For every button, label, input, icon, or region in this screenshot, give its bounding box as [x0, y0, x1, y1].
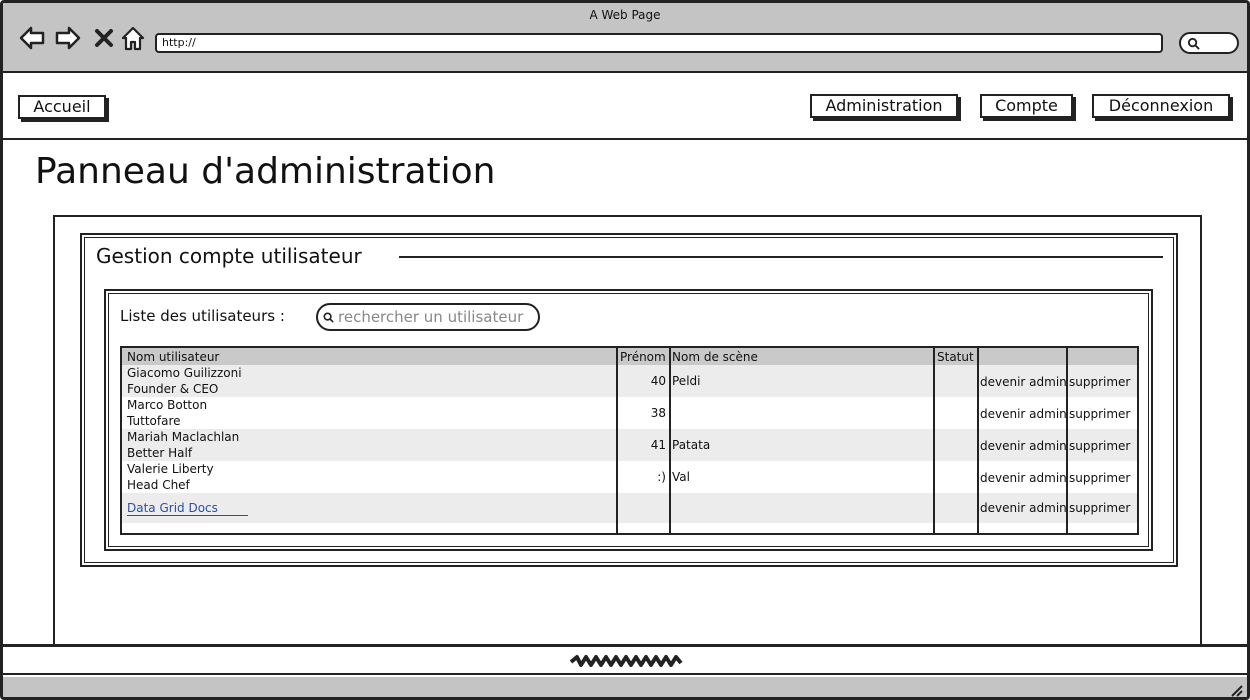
resize-grip-icon[interactable]: [1229, 683, 1243, 697]
back-icon[interactable]: [17, 23, 47, 53]
column-divider: [977, 348, 979, 533]
user-prenom: 41: [650, 438, 666, 452]
column-header-username[interactable]: Nom utilisateur: [127, 349, 219, 365]
user-name: Mariah Maclachlan: [127, 430, 240, 444]
admin-button[interactable]: Administration: [810, 94, 958, 118]
group-title: Gestion compte utilisateur: [96, 244, 362, 268]
search-icon: [323, 312, 334, 323]
users-data-grid: Nom utilisateur Prénom Nom de scène Stat…: [120, 346, 1139, 535]
forward-icon[interactable]: [53, 23, 83, 53]
home-icon[interactable]: [118, 23, 148, 53]
data-grid-docs-link-text[interactable]: Data Grid Docs: [127, 501, 248, 516]
column-header-stage-name[interactable]: Nom de scène: [672, 349, 758, 365]
delete-user-link[interactable]: supprimer: [1069, 470, 1130, 486]
table-row: Data Grid Docs devenir admin supprimer: [122, 493, 1137, 523]
user-prenom: :): [657, 470, 666, 484]
user-search-input[interactable]: rechercher un utilisateur: [316, 303, 540, 331]
data-grid-docs-link[interactable]: Data Grid Docs: [127, 500, 248, 516]
make-admin-link[interactable]: devenir admin: [980, 374, 1067, 390]
make-admin-link[interactable]: devenir admin: [980, 470, 1067, 486]
status-bar: [3, 677, 1247, 697]
user-subtitle: Better Half: [127, 446, 193, 460]
footer-scribble: [569, 655, 683, 667]
url-input[interactable]: http://: [155, 33, 1163, 53]
logout-button[interactable]: Déconnexion: [1092, 94, 1230, 118]
column-divider: [1066, 348, 1068, 533]
make-admin-link[interactable]: devenir admin: [980, 438, 1067, 454]
delete-user-link[interactable]: supprimer: [1069, 374, 1130, 390]
user-name: Giacomo Guilizzoni: [127, 366, 242, 380]
stop-icon[interactable]: [89, 23, 119, 53]
user-subtitle: Head Chef: [127, 478, 190, 492]
table-row: Valerie Liberty Head Chef :) Val devenir…: [122, 461, 1137, 493]
user-subtitle: Founder & CEO: [127, 382, 219, 396]
user-prenom: 38: [650, 406, 666, 420]
browser-search-field[interactable]: [1179, 32, 1239, 54]
column-header-prenom[interactable]: Prénom: [620, 349, 666, 365]
column-divider: [933, 348, 935, 533]
column-header-status[interactable]: Statut: [937, 349, 974, 365]
table-row: Giacomo Guilizzoni Founder & CEO 40 Peld…: [122, 365, 1137, 397]
column-divider: [669, 348, 671, 533]
account-button[interactable]: Compte: [980, 94, 1073, 118]
delete-user-link[interactable]: supprimer: [1069, 406, 1130, 422]
search-icon: [1187, 37, 1200, 50]
user-prenom: 40: [650, 374, 666, 388]
group-title-rule: [399, 256, 1163, 258]
browser-window: A Web Page http:// Accueil Administratio…: [0, 0, 1250, 700]
table-row: Mariah Maclachlan Better Half 41 Patata …: [122, 429, 1137, 461]
user-name: Marco Botton: [127, 398, 208, 412]
user-stage-name: Val: [672, 470, 690, 484]
user-list-label: Liste des utilisateurs :: [120, 307, 285, 325]
column-divider: [616, 348, 618, 533]
user-stage-name: Patata: [672, 438, 711, 452]
home-button[interactable]: Accueil: [18, 95, 106, 119]
page-title: Panneau d'administration: [35, 151, 496, 192]
make-admin-link[interactable]: devenir admin: [980, 406, 1067, 422]
window-title: A Web Page: [589, 8, 661, 22]
header-divider: [3, 138, 1247, 140]
delete-user-link[interactable]: supprimer: [1069, 500, 1130, 516]
delete-user-link[interactable]: supprimer: [1069, 438, 1130, 454]
user-subtitle: Tuttofare: [127, 414, 181, 428]
user-name: Valerie Liberty: [127, 462, 214, 476]
user-search-placeholder: rechercher un utilisateur: [338, 308, 524, 326]
page-footer: [3, 647, 1247, 675]
make-admin-link[interactable]: devenir admin: [980, 500, 1067, 516]
user-stage-name: Peldi: [672, 374, 701, 388]
table-row: Marco Botton Tuttofare 38 devenir admin …: [122, 397, 1137, 429]
browser-toolbar: A Web Page http://: [3, 3, 1247, 73]
